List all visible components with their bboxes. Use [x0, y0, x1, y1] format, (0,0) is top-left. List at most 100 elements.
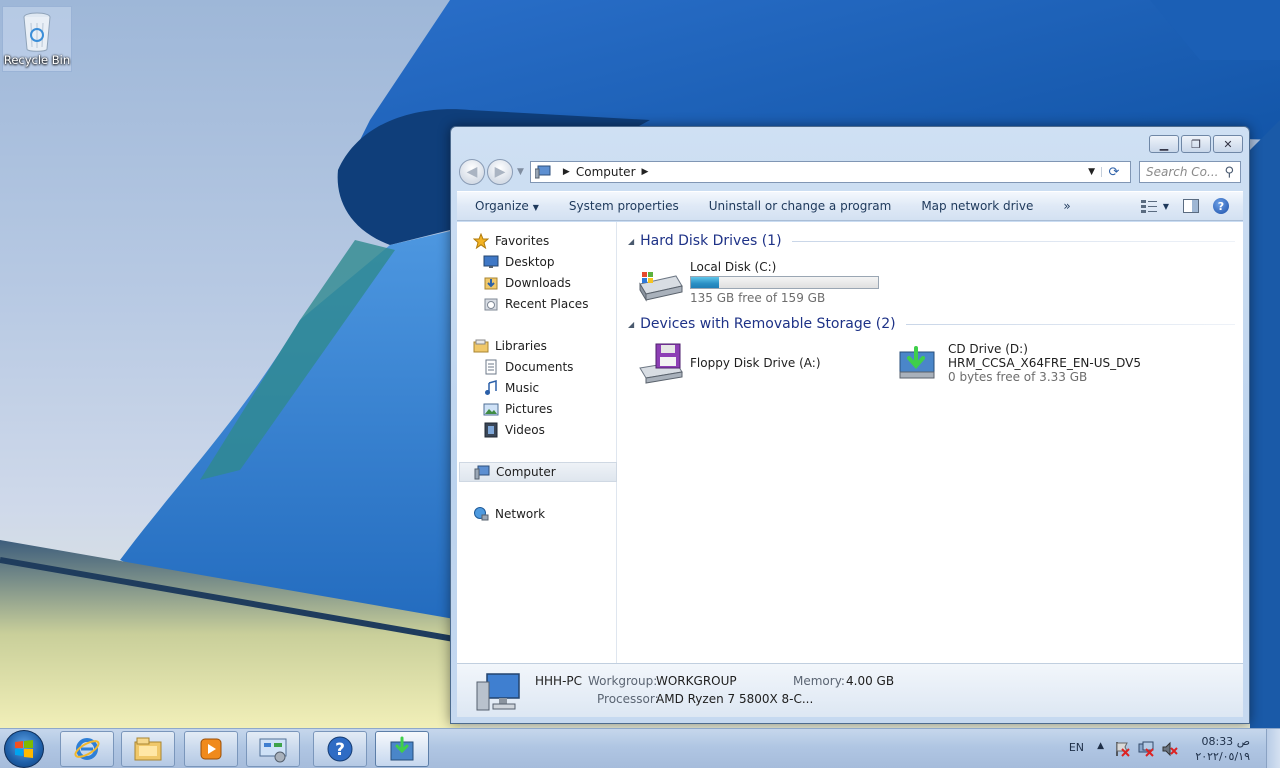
help-icon: ?: [327, 736, 353, 762]
close-button[interactable]: ✕: [1213, 135, 1243, 153]
volume-muted-icon[interactable]: [1162, 741, 1178, 757]
search-icon[interactable]: ⚲: [1224, 165, 1234, 180]
show-desktop-button[interactable]: [1266, 729, 1280, 768]
desktop-icon: [483, 255, 499, 268]
uninstall-program-button[interactable]: Uninstall or change a program: [709, 199, 892, 213]
documents-icon: [485, 359, 497, 375]
explorer-window[interactable]: ▁ ❐ ✕ ◀ ▶ ▼ ▶ Computer ▶ ▼ ⟳ Search Co..…: [450, 126, 1250, 724]
nav-network[interactable]: Network: [473, 504, 631, 524]
drive-free-space: 135 GB free of 159 GB: [690, 291, 826, 305]
back-arrow-icon: ◀: [466, 164, 478, 180]
floppy-disk-icon: [639, 343, 683, 384]
back-button[interactable]: ◀: [459, 159, 485, 185]
star-icon: [473, 233, 489, 249]
content-pane: ◢ Hard Disk Drives (1) Local Disk (C:) 1…: [618, 222, 1243, 663]
minimize-icon: ▁: [1159, 137, 1169, 151]
computer-icon: [476, 673, 520, 711]
taskbar-windows-explorer[interactable]: [121, 731, 175, 767]
minimize-button[interactable]: ▁: [1149, 135, 1179, 153]
computer-name: HHH-PC: [535, 674, 583, 688]
taskbar-help[interactable]: ?: [313, 731, 367, 767]
action-center-flag-icon[interactable]: [1114, 741, 1130, 757]
drive-floppy-a[interactable]: Floppy Disk Drive (A:): [636, 342, 821, 384]
show-hidden-icons-icon[interactable]: ▲: [1097, 741, 1104, 751]
memory-value: 4.00 GB: [846, 674, 895, 688]
clock[interactable]: 08:33 ص ٢٠٢٢/٠٥/١٩: [1195, 734, 1250, 764]
processor-value: AMD Ryzen 7 5800X 8-C...: [656, 692, 814, 706]
cd-drive-icon: [899, 346, 935, 379]
system-properties-button[interactable]: System properties: [569, 199, 679, 213]
details-pane: HHH-PC Workgroup: WORKGROUP Memory: 4.00…: [457, 663, 1243, 717]
collapse-triangle-icon[interactable]: ◢: [628, 320, 634, 329]
nav-favorites[interactable]: Favorites: [473, 231, 631, 251]
address-dropdown-icon[interactable]: ▼: [1082, 167, 1102, 177]
more-commands-button[interactable]: »: [1063, 199, 1070, 213]
computer-icon: [474, 465, 490, 480]
internet-explorer-icon: [74, 738, 100, 760]
forward-button[interactable]: ▶: [487, 159, 513, 185]
breadcrumb-chevron-icon[interactable]: ▶: [563, 167, 570, 177]
desktop-icon-label: Recycle Bin: [3, 53, 71, 67]
music-note-icon: [485, 380, 497, 395]
group-removable-storage[interactable]: ◢ Devices with Removable Storage (2): [628, 314, 1235, 334]
taskbar-media-player[interactable]: [184, 731, 238, 767]
libraries-icon: [473, 339, 489, 353]
cd-drive-icon: [390, 736, 414, 761]
collapse-triangle-icon[interactable]: ◢: [628, 237, 634, 246]
drive-usage-fill: [691, 277, 720, 288]
close-icon: ✕: [1223, 137, 1233, 151]
navigation-bar: ◀ ▶ ▼ ▶ Computer ▶ ▼ ⟳ Search Co... ⚲: [459, 159, 1241, 185]
start-button[interactable]: [4, 730, 44, 768]
map-network-drive-button[interactable]: Map network drive: [921, 199, 1033, 213]
taskbar: ? EN ▲ 08:33 ص ٢٠٢٢/٠٥/١٩: [0, 728, 1280, 768]
desktop-icon-recycle-bin[interactable]: Recycle Bin: [2, 6, 72, 72]
videos-icon: [484, 422, 498, 438]
maximize-button[interactable]: ❐: [1181, 135, 1211, 153]
recent-pages-dropdown[interactable]: ▼: [517, 167, 524, 177]
nav-computer[interactable]: Computer: [459, 462, 617, 482]
taskbar-control-panel[interactable]: [246, 731, 300, 767]
search-placeholder: Search Co...: [1146, 165, 1219, 179]
windows-logo-icon: [15, 740, 33, 758]
recycle-bin-icon: [23, 12, 51, 52]
drive-local-disk-c[interactable]: Local Disk (C:) 135 GB free of 159 GB: [636, 260, 879, 305]
navigation-pane: Favorites Desktop Downloads Recent Place…: [457, 222, 617, 663]
taskbar-computer-window[interactable]: [375, 731, 429, 767]
drive-name: Local Disk (C:): [690, 260, 777, 274]
svg-text:?: ?: [335, 740, 345, 760]
organize-menu[interactable]: Organize ▼: [475, 199, 539, 213]
help-icon[interactable]: ?: [1213, 198, 1229, 214]
command-bar: Organize ▼ System properties Uninstall or…: [457, 191, 1243, 221]
view-options-dropdown-icon[interactable]: ▼: [1163, 202, 1169, 211]
workgroup-label: Workgroup:: [588, 674, 658, 688]
chevron-down-icon: ▼: [532, 203, 539, 212]
system-tray: EN ▲ 08:33 ص ٢٠٢٢/٠٥/١٩: [1020, 729, 1280, 768]
drive-free-space: 0 bytes free of 3.33 GB: [948, 370, 1088, 384]
address-bar[interactable]: ▶ Computer ▶ ▼ ⟳: [529, 161, 1131, 183]
nav-libraries[interactable]: Libraries: [473, 336, 631, 356]
restore-icon: ❐: [1191, 137, 1201, 151]
network-disconnected-icon[interactable]: [1138, 741, 1154, 757]
forward-arrow-icon: ▶: [494, 164, 506, 180]
downloads-folder-icon: [484, 277, 498, 290]
language-indicator[interactable]: EN: [1069, 741, 1084, 754]
breadcrumb-computer[interactable]: Computer: [576, 165, 636, 179]
refresh-icon[interactable]: ⟳: [1102, 165, 1126, 180]
network-icon: [474, 507, 489, 521]
drive-cd-d[interactable]: CD Drive (D:) HRM_CCSA_X64FRE_EN-US_DV5 …: [894, 342, 1141, 384]
change-view-icon[interactable]: [1140, 199, 1157, 213]
media-player-icon: [200, 738, 222, 760]
workgroup-value: WORKGROUP: [656, 674, 737, 688]
folder-icon: [134, 737, 162, 761]
control-panel-icon: [259, 738, 287, 763]
explorer-panes: Favorites Desktop Downloads Recent Place…: [457, 222, 1243, 663]
taskbar-internet-explorer[interactable]: [60, 731, 114, 767]
preview-pane-icon[interactable]: [1183, 199, 1199, 213]
search-box[interactable]: Search Co... ⚲: [1139, 161, 1241, 183]
processor-label: Processor:: [597, 692, 659, 706]
memory-label: Memory:: [793, 674, 845, 688]
pictures-icon: [483, 403, 499, 416]
group-hard-disk-drives[interactable]: ◢ Hard Disk Drives (1): [628, 231, 1235, 251]
drive-name: CD Drive (D:): [948, 342, 1028, 356]
breadcrumb-chevron-icon[interactable]: ▶: [642, 167, 649, 177]
